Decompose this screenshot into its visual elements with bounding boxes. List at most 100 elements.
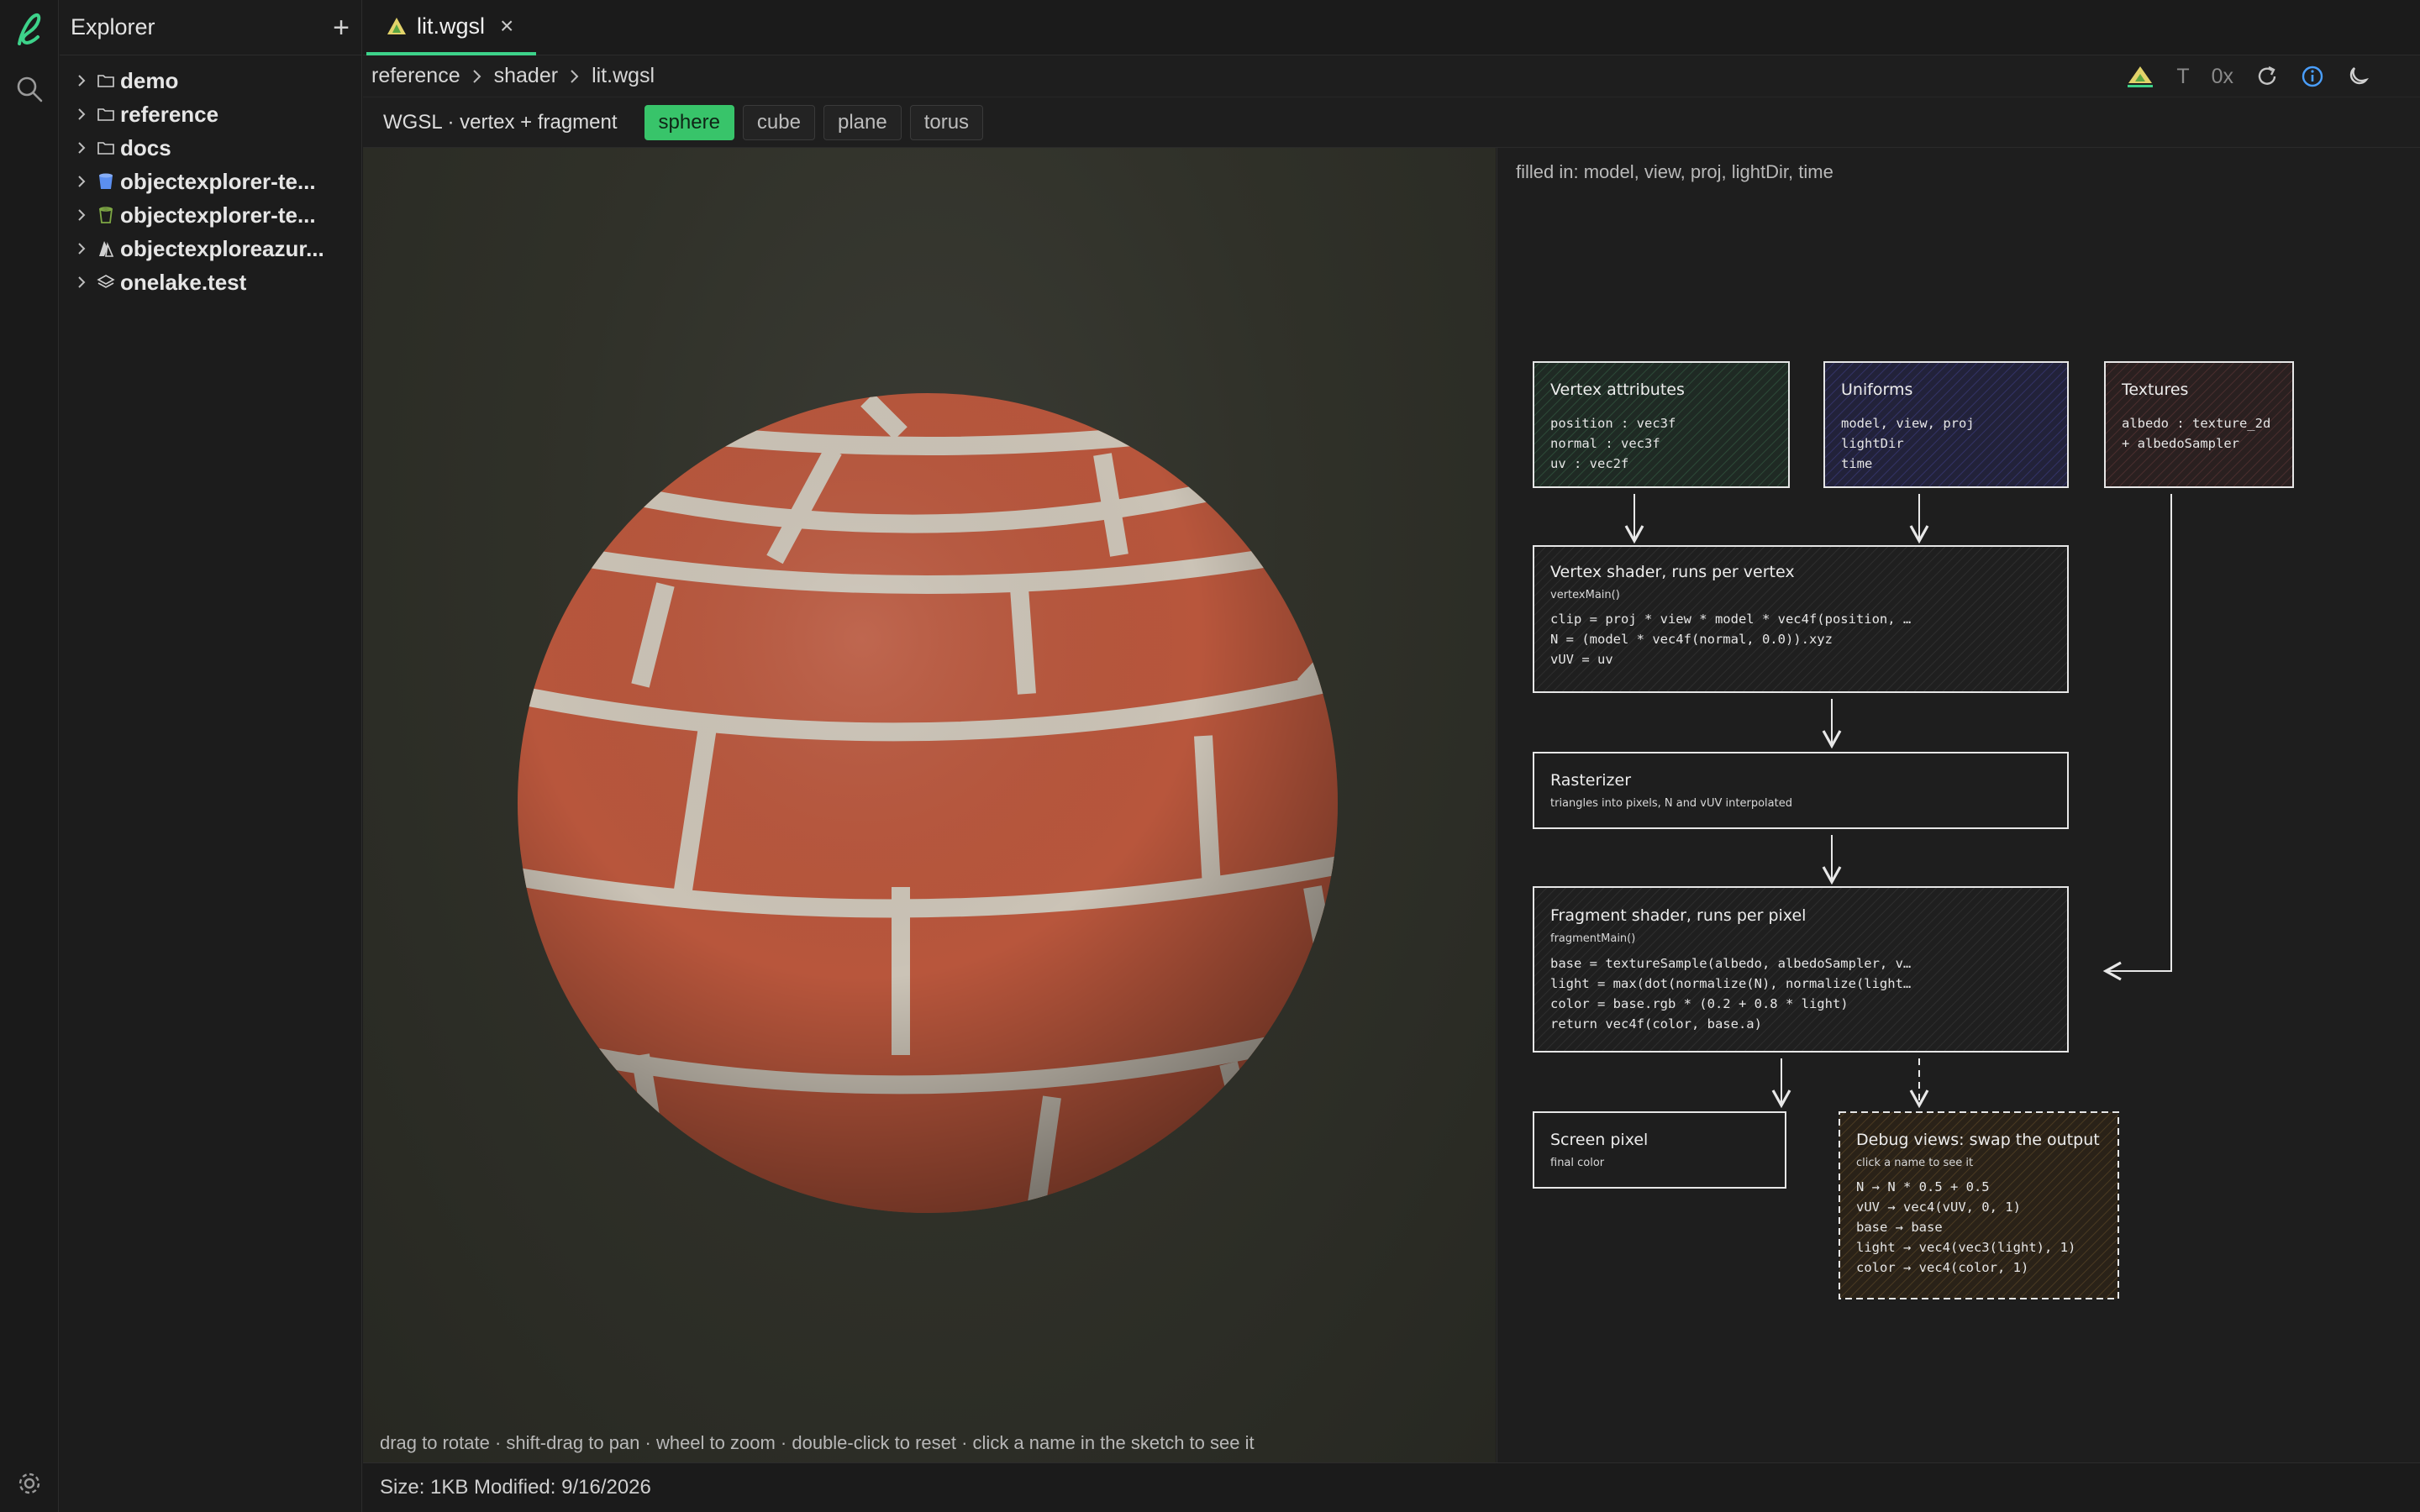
brick-sphere-render[interactable] (363, 148, 1496, 1462)
breadcrumb-item-file[interactable]: lit.wgsl (592, 64, 655, 88)
tree-item[interactable]: objectexploreazur... (60, 232, 361, 265)
node-line[interactable]: time (1841, 456, 1872, 471)
node-line[interactable]: light = max(dot(normalize(N), normalize(… (1550, 976, 1911, 991)
search-icon[interactable] (0, 71, 59, 108)
text-view-button[interactable]: T (2176, 65, 2189, 89)
node-title: Uniforms (1841, 381, 1912, 399)
tree-item[interactable]: demo (60, 64, 361, 97)
tree-item[interactable]: objectexplorer-te... (60, 165, 361, 198)
node-title: Rasterizer (1550, 771, 1631, 790)
refresh-icon[interactable] (2255, 65, 2279, 88)
layers-icon (95, 271, 117, 293)
tree-item-label: docs (120, 134, 171, 160)
node-line[interactable]: base = textureSample(albedo, albedoSampl… (1550, 956, 1911, 971)
node-line[interactable]: + albedoSampler (2122, 436, 2239, 451)
explorer-sidebar: Explorer + demo reference docs objectexplor… (60, 0, 362, 1512)
node-uniforms[interactable]: Uniforms model, view, proj lightDir time (1823, 361, 2069, 488)
chevron-right-icon[interactable] (73, 108, 90, 121)
arrow-textures-to-fragment (2102, 494, 2172, 981)
settings-gear-icon[interactable] (0, 1465, 59, 1502)
node-title: Textures (2121, 381, 2188, 399)
node-line[interactable]: N = (model * vec4f(normal, 0.0)).xyz (1550, 632, 1833, 647)
node-fragment-shader[interactable]: Fragment shader, runs per pixel fragment… (1533, 886, 2069, 1053)
debug-view-link[interactable]: light → vec4(vec3(light), 1) (1856, 1240, 2075, 1255)
chevron-right-icon[interactable] (73, 175, 90, 188)
node-function: fragmentMain() (1550, 932, 1635, 945)
3d-viewport[interactable]: drag to rotate · shift-drag to pan · whe… (363, 148, 1496, 1462)
tree-item-label: demo (120, 67, 179, 93)
theme-moon-icon[interactable] (2346, 65, 2370, 88)
node-debug-views[interactable]: Debug views: swap the output click a nam… (1839, 1111, 2119, 1299)
node-line[interactable]: normal : vec3f (1550, 436, 1660, 451)
node-line[interactable]: color = base.rgb * (0.2 + 0.8 * light) (1550, 996, 1849, 1011)
breadcrumb-item-shader[interactable]: shader (494, 64, 558, 88)
folder-icon (95, 137, 117, 159)
tree-item[interactable]: onelake.test (60, 265, 361, 299)
chevron-right-icon[interactable] (73, 276, 90, 289)
node-line[interactable]: clip = proj * view * model * vec4f(posit… (1550, 612, 1911, 627)
node-title: Vertex shader, runs per vertex (1550, 563, 1795, 581)
filled-uniforms-note: filled in: model, view, proj, lightDir, … (1516, 161, 1833, 182)
node-line[interactable]: uv : vec2f (1550, 456, 1628, 471)
shape-button-plane[interactable]: plane (823, 104, 902, 140)
chevron-right-icon[interactable] (73, 141, 90, 155)
shader-title: WGSL · vertex + fragment (383, 110, 618, 134)
chevron-right-icon (570, 69, 580, 84)
chevron-right-icon[interactable] (73, 242, 90, 255)
shape-button-torus[interactable]: torus (909, 104, 984, 140)
node-vertex-attributes[interactable]: Vertex attributes position : vec3f norma… (1533, 361, 1790, 488)
node-title: Screen pixel (1550, 1131, 1648, 1149)
chevron-right-icon[interactable] (73, 208, 90, 222)
shader-preview-header: WGSL · vertex + fragment sphere cube pla… (363, 97, 2420, 148)
node-line[interactable]: vUV = uv (1550, 652, 1613, 667)
viewport-hint: drag to rotate · shift-drag to pan · whe… (380, 1432, 1255, 1453)
debug-view-link[interactable]: vUV → vec4(vUV, 0, 1) (1856, 1200, 2021, 1215)
tree-item[interactable]: objectexplorer-te... (60, 198, 361, 232)
shape-button-sphere[interactable]: sphere (644, 104, 734, 140)
status-bar: Size: 1KB Modified: 9/16/2026 (363, 1462, 2420, 1512)
tree-item[interactable]: docs (60, 131, 361, 165)
node-function: vertexMain() (1550, 589, 1620, 601)
node-line[interactable]: model, view, proj (1841, 416, 1975, 431)
tab-bar: lit.wgsl × (363, 0, 2420, 55)
node-textures[interactable]: Textures albedo : texture_2d + albedoSam… (2104, 361, 2294, 488)
sidebar-title: Explorer (71, 14, 155, 39)
node-title: Fragment shader, runs per pixel (1550, 906, 1806, 925)
node-subtitle: click a name to see it (1856, 1157, 1973, 1169)
close-icon[interactable]: × (500, 13, 513, 39)
tree-item[interactable]: reference (60, 97, 361, 131)
pipeline-diagram-panel: filled in: model, view, proj, lightDir, … (1497, 148, 2420, 1462)
tree-item-label: onelake.test (120, 269, 247, 295)
node-title: Debug views: swap the output (1856, 1131, 2100, 1149)
node-vertex-shader[interactable]: Vertex shader, runs per vertex vertexMai… (1533, 545, 2069, 693)
breadcrumb: reference shader lit.wgsl T 0x (363, 55, 2420, 97)
tab-label: lit.wgsl (417, 13, 486, 39)
editor-toolbar: T 0x (2126, 55, 2370, 97)
node-subtitle: triangles into pixels, N and vUV interpo… (1550, 797, 1792, 810)
node-line[interactable]: albedo : texture_2d (2122, 416, 2270, 431)
activity-bar (0, 0, 59, 1512)
blue-bucket-icon (95, 171, 117, 192)
tree-item-label: reference (120, 101, 219, 127)
node-screen-pixel[interactable]: Screen pixel final color (1533, 1111, 1786, 1189)
chevron-right-icon[interactable] (73, 74, 90, 87)
debug-view-link[interactable]: color → vec4(color, 1) (1856, 1260, 2028, 1275)
app-logo-icon[interactable] (0, 7, 59, 50)
azure-icon (95, 238, 117, 260)
node-line[interactable]: return vec4f(color, base.a) (1550, 1016, 1762, 1032)
wgsl-view-icon[interactable] (2126, 65, 2154, 88)
node-line[interactable]: lightDir (1841, 436, 1904, 451)
hex-view-button[interactable]: 0x (2212, 65, 2233, 89)
sidebar-header: Explorer + (60, 0, 361, 55)
debug-view-link[interactable]: base → base (1856, 1220, 1943, 1235)
breadcrumb-item-reference[interactable]: reference (371, 64, 460, 88)
info-icon[interactable] (2301, 65, 2324, 88)
debug-view-link[interactable]: N → N * 0.5 + 0.5 (1856, 1179, 1990, 1194)
node-rasterizer[interactable]: Rasterizer triangles into pixels, N and … (1533, 752, 2069, 829)
add-connection-button[interactable]: + (333, 13, 350, 42)
tab-lit-wgsl[interactable]: lit.wgsl × (366, 0, 536, 55)
folder-icon (95, 70, 117, 92)
shape-button-cube[interactable]: cube (742, 104, 815, 140)
node-line[interactable]: position : vec3f (1550, 416, 1676, 431)
pipeline-diagram: Vertex attributes position : vec3f norma… (1533, 361, 2294, 1299)
